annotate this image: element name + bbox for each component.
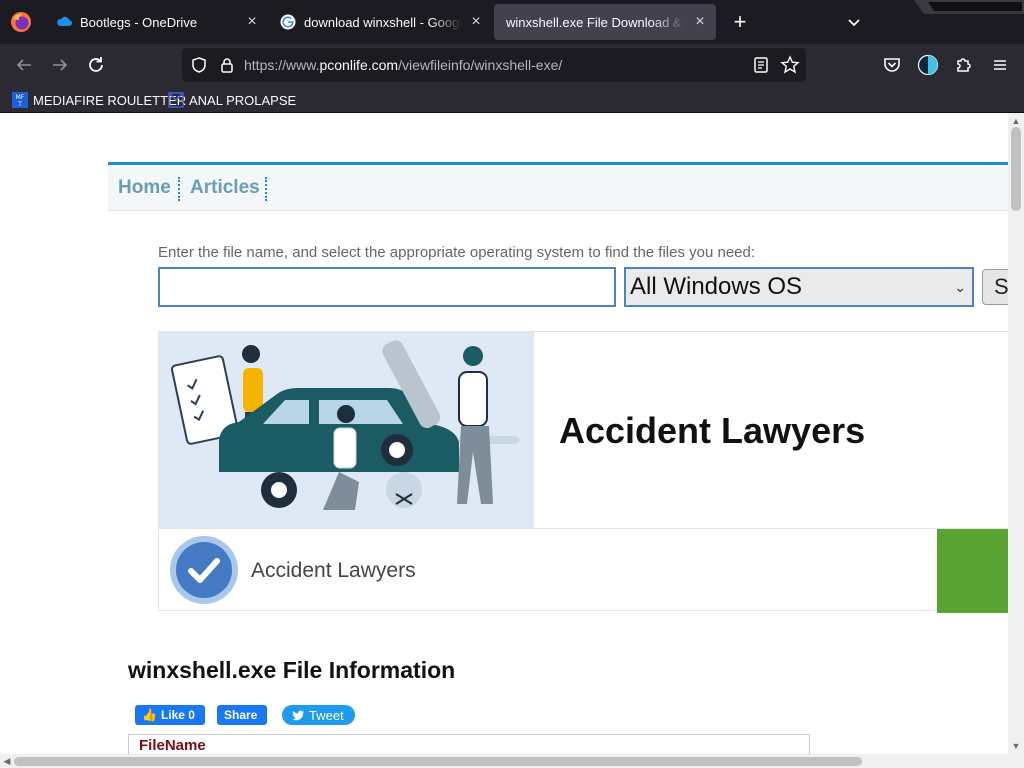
firefox-icon[interactable] xyxy=(10,11,32,33)
horizontal-scrollbar[interactable]: ◀ xyxy=(0,754,1024,768)
site-navigation: Home Articles xyxy=(108,162,1008,211)
twitter-bird-icon xyxy=(292,710,305,720)
os-select-value: All Windows OS xyxy=(630,273,803,300)
ad-headline[interactable]: Accident Lawyers xyxy=(559,410,865,452)
close-tab-icon[interactable]: × xyxy=(244,14,260,30)
vertical-scrollbar[interactable]: ▲ ▼ xyxy=(1008,113,1024,754)
shield-icon[interactable] xyxy=(190,56,208,74)
facebook-share-button[interactable]: Share xyxy=(217,705,267,725)
scroll-up-arrow-icon[interactable]: ▲ xyxy=(1010,115,1022,127)
tab-onedrive[interactable]: Bootlegs - OneDrive × xyxy=(44,4,268,40)
os-select-dropdown[interactable]: All Windows OS ⌄ xyxy=(624,267,974,307)
ad-brand-name: Accident Lawyers xyxy=(251,559,416,582)
mediafire-roulette-icon: MF T xyxy=(12,92,28,108)
verified-check-icon xyxy=(170,536,238,604)
back-arrow-icon[interactable] xyxy=(12,53,36,77)
thumbs-up-icon: 👍 xyxy=(142,708,157,722)
url-path: /viewfileinfo/winxshell-exe/ xyxy=(398,57,563,73)
account-avatar-icon[interactable] xyxy=(916,53,940,77)
star-bookmark-icon[interactable] xyxy=(780,55,800,75)
section-title: winxshell.exe File Information xyxy=(128,657,456,683)
tab-winxshell[interactable]: winxshell.exe File Download & Fix F × xyxy=(494,4,716,40)
pocket-icon[interactable] xyxy=(880,53,904,77)
extensions-puzzle-icon[interactable] xyxy=(952,53,976,77)
tab-title: Bootlegs - OneDrive xyxy=(80,14,198,30)
ad-cta-button[interactable] xyxy=(937,529,1008,613)
reload-icon[interactable] xyxy=(84,53,108,77)
onedrive-cloud-icon xyxy=(57,16,72,26)
like-label: Like 0 xyxy=(160,708,195,722)
address-bar[interactable]: https://www.pconlife.com/viewfileinfo/wi… xyxy=(182,48,806,82)
bookmark-anal-prolapse[interactable]: ANAL PROLAPSE xyxy=(168,90,296,110)
bookmarks-toolbar: MF T MEDIAFIRE ROULETTER ANAL PROLAPSE xyxy=(0,86,1024,113)
tab-google[interactable]: download winxshell - Google S × xyxy=(268,4,492,40)
hamburger-menu-icon[interactable] xyxy=(988,53,1012,77)
scroll-down-arrow-icon[interactable]: ▼ xyxy=(1010,740,1022,752)
search-button[interactable]: S xyxy=(982,269,1008,305)
ad-banner[interactable]: Accident Lawyers Accident Lawyers xyxy=(158,331,1008,613)
facebook-like-button[interactable]: 👍 Like 0 xyxy=(135,705,205,725)
chevron-down-icon: ⌄ xyxy=(954,279,966,295)
forward-arrow-icon[interactable] xyxy=(48,53,72,77)
url-text[interactable]: https://www.pconlife.com/viewfileinfo/wi… xyxy=(244,57,562,73)
car-mechanics-illustration xyxy=(159,332,534,528)
nav-home-link[interactable]: Home xyxy=(118,177,171,199)
tab-title: download winxshell - Google S xyxy=(304,14,462,30)
lock-icon[interactable] xyxy=(218,56,236,74)
bookmark-folder-icon xyxy=(168,92,184,108)
bookmark-label: MEDIAFIRE ROULETTER xyxy=(33,92,187,108)
url-prefix: https://www. xyxy=(244,57,320,73)
tab-title: winxshell.exe File Download & Fix F xyxy=(506,14,686,30)
tweet-label: Tweet xyxy=(309,707,344,723)
close-tab-icon[interactable]: × xyxy=(468,14,484,30)
file-search-input[interactable] xyxy=(158,267,616,307)
reader-view-icon[interactable] xyxy=(752,56,770,74)
file-info-table: FileName xyxy=(128,734,810,754)
page-viewport: Home Articles Enter the file name, and s… xyxy=(0,113,1008,754)
window-corner-decoration xyxy=(914,0,1024,14)
scrollbar-thumb[interactable] xyxy=(14,757,862,766)
nav-articles-link[interactable]: Articles xyxy=(190,177,260,199)
scrollbar-thumb[interactable] xyxy=(1011,127,1021,211)
tweet-button[interactable]: Tweet xyxy=(282,705,355,725)
bookmark-mediafire-rouletter[interactable]: MF T MEDIAFIRE ROULETTER xyxy=(12,90,186,110)
bookmark-label: ANAL PROLAPSE xyxy=(189,92,297,108)
svg-text:MF: MF xyxy=(16,94,25,101)
new-tab-button[interactable]: + xyxy=(729,11,751,33)
nav-divider xyxy=(178,177,180,201)
table-header-filename: FileName xyxy=(139,737,206,754)
navigation-toolbar: https://www.pconlife.com/viewfileinfo/wi… xyxy=(0,44,1024,86)
google-g-icon xyxy=(280,14,296,30)
svg-text:T: T xyxy=(17,101,22,108)
scroll-left-arrow-icon[interactable]: ◀ xyxy=(1,755,13,767)
tab-strip: Bootlegs - OneDrive × download winxshell… xyxy=(0,0,1024,44)
close-tab-icon[interactable]: × xyxy=(692,14,708,30)
ad-illustration[interactable] xyxy=(159,332,534,528)
nav-divider xyxy=(265,177,267,201)
chevron-down-icon[interactable] xyxy=(843,11,865,33)
url-host: pconlife.com xyxy=(319,57,399,73)
share-label: Share xyxy=(224,708,258,722)
search-hint: Enter the file name, and select the appr… xyxy=(158,244,756,261)
ad-footer[interactable]: Accident Lawyers xyxy=(159,528,1008,613)
